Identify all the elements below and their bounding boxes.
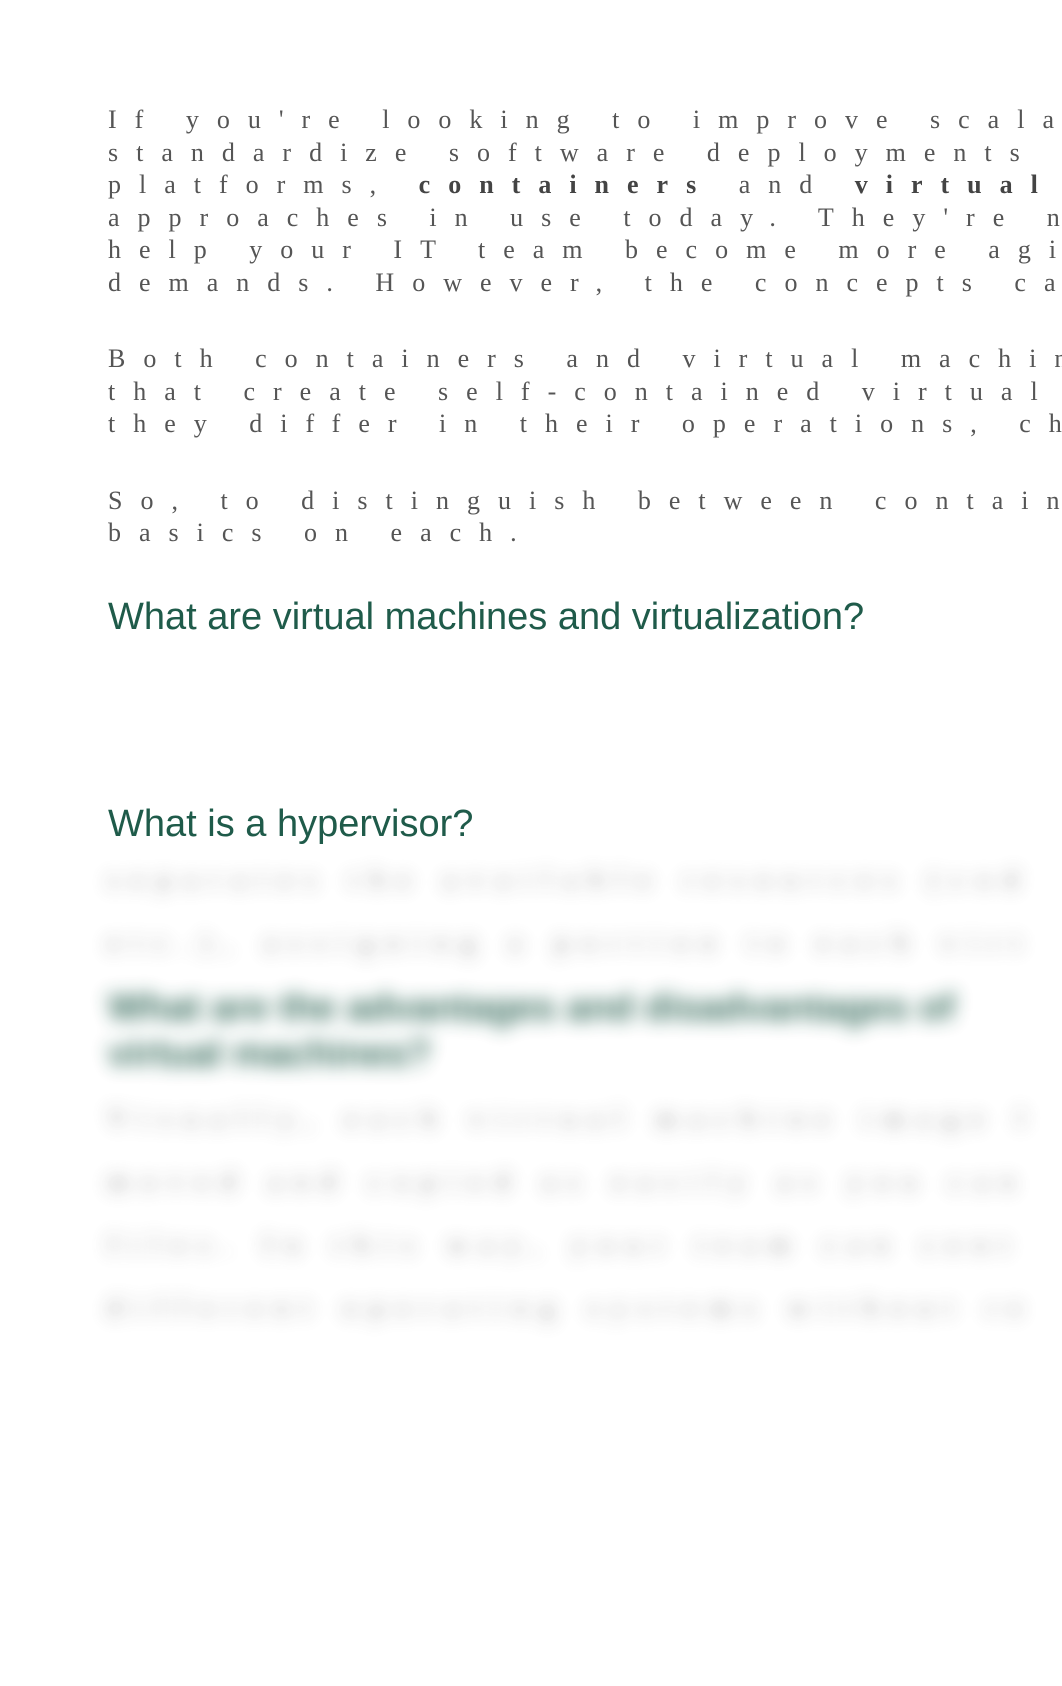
text-line: that create self-contained virtual pac (108, 377, 1062, 406)
heading-hypervisor: What is a hypervisor? (108, 801, 1062, 849)
blurred-heading-advantages: What are the advantages and disadvantage… (108, 986, 1008, 1077)
text-line: If you're looking to improve scalabili (108, 105, 1062, 134)
paywall-blurred-content: separates the available resources (cod e… (108, 860, 1008, 1351)
text-line: they differ in their operations, chara (108, 409, 1062, 438)
document-page: { "intro": { "p1_a": "If you're looking … (0, 0, 1062, 1686)
text-line: and (714, 170, 855, 199)
text-line: help your IT team become more agile an (108, 235, 1062, 264)
text-line: Both containers and virtual machines ( (108, 344, 1062, 373)
intro-paragraph-2: Both containers and virtual machines ( t… (108, 343, 1062, 441)
blurred-text-line: files. In this way, your team can cent (108, 1225, 1008, 1264)
text-line: platforms, (108, 170, 419, 199)
keyword-containers: containers (419, 170, 715, 199)
blurred-text-line: different operating systems without re (108, 1288, 1008, 1327)
text-line: So, to distinguish between containers (108, 486, 1062, 515)
blurred-text-line: Visually, each virtual machine image l (108, 1099, 1008, 1138)
text-line: demands. However, the concepts can be (108, 268, 1062, 297)
intro-paragraph-3: So, to distinguish between containers ba… (108, 485, 1062, 550)
intro-paragraph-1: If you're looking to improve scalabili s… (108, 104, 1062, 299)
text-line: standardize software deployments acros (108, 138, 1062, 167)
article-body: If you're looking to improve scalabili s… (108, 104, 1062, 969)
blurred-text-line: moved and copied as easily as you can (108, 1162, 1008, 1201)
blurred-text-line: etc.), assigning a portion to each virt (108, 923, 1008, 962)
heading-virtual-machines: What are virtual machines and virtualiza… (108, 594, 1062, 642)
keyword-virtual-machines: virtual machines (VMs) (855, 170, 1062, 199)
text-line: approaches in use today. They're not m (108, 203, 1062, 232)
text-line: basics on each. (108, 518, 535, 547)
blurred-text-line: separates the available resources (cod (108, 860, 1008, 899)
